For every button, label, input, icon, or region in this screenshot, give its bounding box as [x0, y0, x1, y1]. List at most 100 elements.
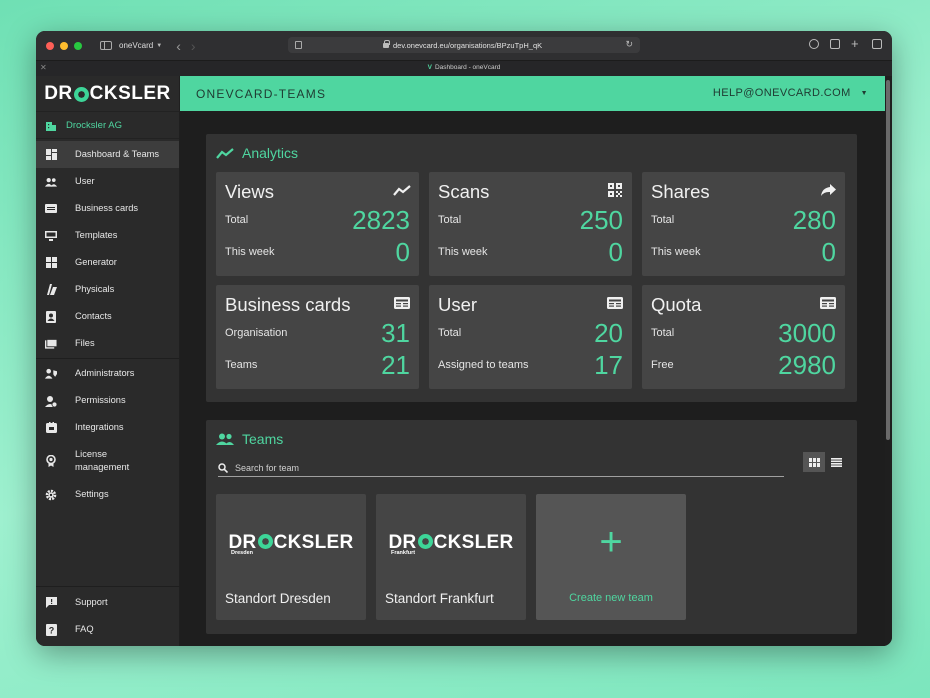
- team-card-dresden[interactable]: DR CKSLER Dresden Standort Dresden: [216, 494, 366, 620]
- sidebar-item-label: Support: [75, 597, 108, 607]
- stat-label: This week: [438, 246, 488, 258]
- sidebar-item-settings[interactable]: Settings: [36, 481, 179, 508]
- stat-value: 17: [594, 350, 623, 380]
- stat-label: Total: [438, 214, 462, 226]
- sidebar-item-integrations[interactable]: Integrations: [36, 414, 179, 441]
- team-card-frankfurt[interactable]: DR CKSLER Frankfurt Standort Frankfurt: [376, 494, 526, 620]
- stat-label: Total: [438, 327, 462, 339]
- shares-card: Shares Total 280 This week 0: [642, 172, 845, 276]
- new-tab-icon[interactable]: +: [851, 37, 861, 50]
- sidebar-item-label: Generator: [75, 257, 117, 267]
- address-bar[interactable]: dev.onevcard.eu/organisations/BPzuTpH_qK…: [288, 37, 640, 53]
- list-view-button[interactable]: [825, 452, 847, 472]
- lock-icon: [383, 39, 390, 48]
- card-title: Scans: [438, 181, 490, 202]
- admin-icon: [45, 368, 57, 380]
- sidebar-item-physicals[interactable]: Physicals: [36, 276, 179, 303]
- sidebar-item-generator[interactable]: Generator: [36, 249, 179, 276]
- sidebar-item-permissions[interactable]: Permissions: [36, 387, 179, 414]
- chevron-down-icon[interactable]: ▼: [156, 43, 162, 49]
- card-icon: [819, 296, 837, 310]
- app-header: ONEVCARD-TEAMS HELP@ONEVCARD.COM ▼: [180, 76, 885, 111]
- permissions-icon: [45, 395, 57, 407]
- sidebar-item-templates[interactable]: Templates: [36, 222, 179, 249]
- stat-label: This week: [225, 246, 275, 258]
- team-name: Standort Dresden: [225, 591, 331, 606]
- browser-window: oneVcard ▼ ‹ › dev.onevcard.eu/organisat…: [36, 31, 892, 646]
- sidebar-item-label: Business cards: [75, 203, 139, 213]
- generator-icon: [45, 257, 57, 269]
- stat-label: Total: [225, 214, 249, 226]
- reload-icon[interactable]: ↻: [625, 39, 633, 50]
- stat-value: 250: [579, 205, 623, 235]
- card-title: Shares: [651, 181, 710, 202]
- team-name: Standort Frankfurt: [385, 591, 494, 606]
- sidebar-item-label: Administrators: [75, 368, 135, 378]
- logo-ball-icon: [73, 87, 89, 102]
- app-brand[interactable]: ONEVCARD-TEAMS: [196, 87, 326, 101]
- grid-view-button[interactable]: [803, 452, 825, 472]
- stat-label: This week: [651, 246, 701, 258]
- card-title: Views: [225, 181, 275, 202]
- grid-icon: [808, 457, 820, 467]
- card-icon: [606, 296, 624, 310]
- tab-overview-icon[interactable]: [872, 39, 882, 49]
- scrollbar-thumb[interactable]: [886, 80, 890, 440]
- sidebar-item-label: License management: [75, 449, 130, 472]
- team-logo-subtitle: Frankfurt: [391, 550, 416, 556]
- sidebar-item-support[interactable]: Support: [36, 589, 180, 616]
- analytics-panel: Analytics Views Total 2823 This week 0 S…: [206, 134, 857, 402]
- stat-value: 2823: [352, 205, 410, 235]
- stat-value: 21: [381, 350, 410, 380]
- account-menu[interactable]: HELP@ONEVCARD.COM ▼: [713, 87, 868, 99]
- stat-value: 3000: [778, 318, 836, 348]
- sidebar-item-dashboard[interactable]: Dashboard & Teams: [36, 141, 179, 168]
- physicals-icon: [45, 284, 57, 296]
- card-title: Quota: [651, 294, 702, 315]
- sidebar-item-label: Contacts: [75, 311, 112, 321]
- sidebar-item-label: Dashboard & Teams: [75, 149, 160, 159]
- share-page-icon[interactable]: [830, 39, 840, 49]
- card-icon: [393, 296, 411, 310]
- organisation-selector[interactable]: Drocksler AG: [36, 111, 179, 139]
- page-scrollbar[interactable]: [885, 76, 892, 646]
- url-text[interactable]: dev.onevcard.eu/organisations/BPzuTpH_qK: [393, 41, 542, 50]
- browser-actions: +: [809, 37, 882, 50]
- card-title: Business cards: [225, 294, 351, 315]
- window-title[interactable]: oneVcard: [119, 41, 153, 50]
- sidebar-toggle-icon[interactable]: [100, 41, 112, 50]
- sidebar-item-administrators[interactable]: Administrators: [36, 360, 179, 387]
- active-tab[interactable]: V Dashboard - oneVcard: [36, 64, 892, 71]
- stat-value: 31: [381, 318, 410, 348]
- list-icon: [830, 457, 842, 467]
- download-icon[interactable]: [809, 39, 819, 49]
- company-logo[interactable]: DR CKSLER: [36, 76, 179, 111]
- maximize-window-button[interactable]: [74, 41, 82, 50]
- minimize-window-button[interactable]: [60, 41, 68, 50]
- sidebar-item-user[interactable]: User: [36, 168, 179, 195]
- account-email: HELP@ONEVCARD.COM: [712, 87, 851, 99]
- teams-panel: Teams DRCKSLER Dresden Standort Dresden …: [206, 420, 857, 634]
- search-input[interactable]: [235, 463, 755, 473]
- page-icon: [295, 41, 302, 49]
- sidebar-item-files[interactable]: Files: [36, 330, 179, 357]
- stat-value: 280: [792, 205, 836, 235]
- card-title: User: [438, 294, 478, 315]
- building-icon: [46, 122, 56, 131]
- back-button[interactable]: ‹: [176, 38, 181, 54]
- sidebar-item-label: Settings: [75, 489, 109, 499]
- forward-button[interactable]: ›: [191, 38, 196, 54]
- window-controls: [46, 41, 82, 50]
- sidebar-item-business-cards[interactable]: Business cards: [36, 195, 179, 222]
- sidebar-item-faq[interactable]: ? FAQ: [36, 616, 180, 643]
- sidebar-item-label: Templates: [75, 230, 118, 240]
- stat-label: Organisation: [225, 327, 288, 339]
- close-window-button[interactable]: [46, 41, 54, 50]
- tab-title: Dashboard - oneVcard: [434, 64, 501, 71]
- sidebar-item-contacts[interactable]: Contacts: [36, 303, 179, 330]
- logo-ball-icon: [417, 534, 433, 549]
- analytics-title: Analytics: [242, 145, 299, 161]
- create-team-button[interactable]: + Create new team: [536, 494, 686, 620]
- sidebar-item-license-management[interactable]: License management: [36, 441, 179, 481]
- analytics-header: Analytics: [216, 145, 298, 161]
